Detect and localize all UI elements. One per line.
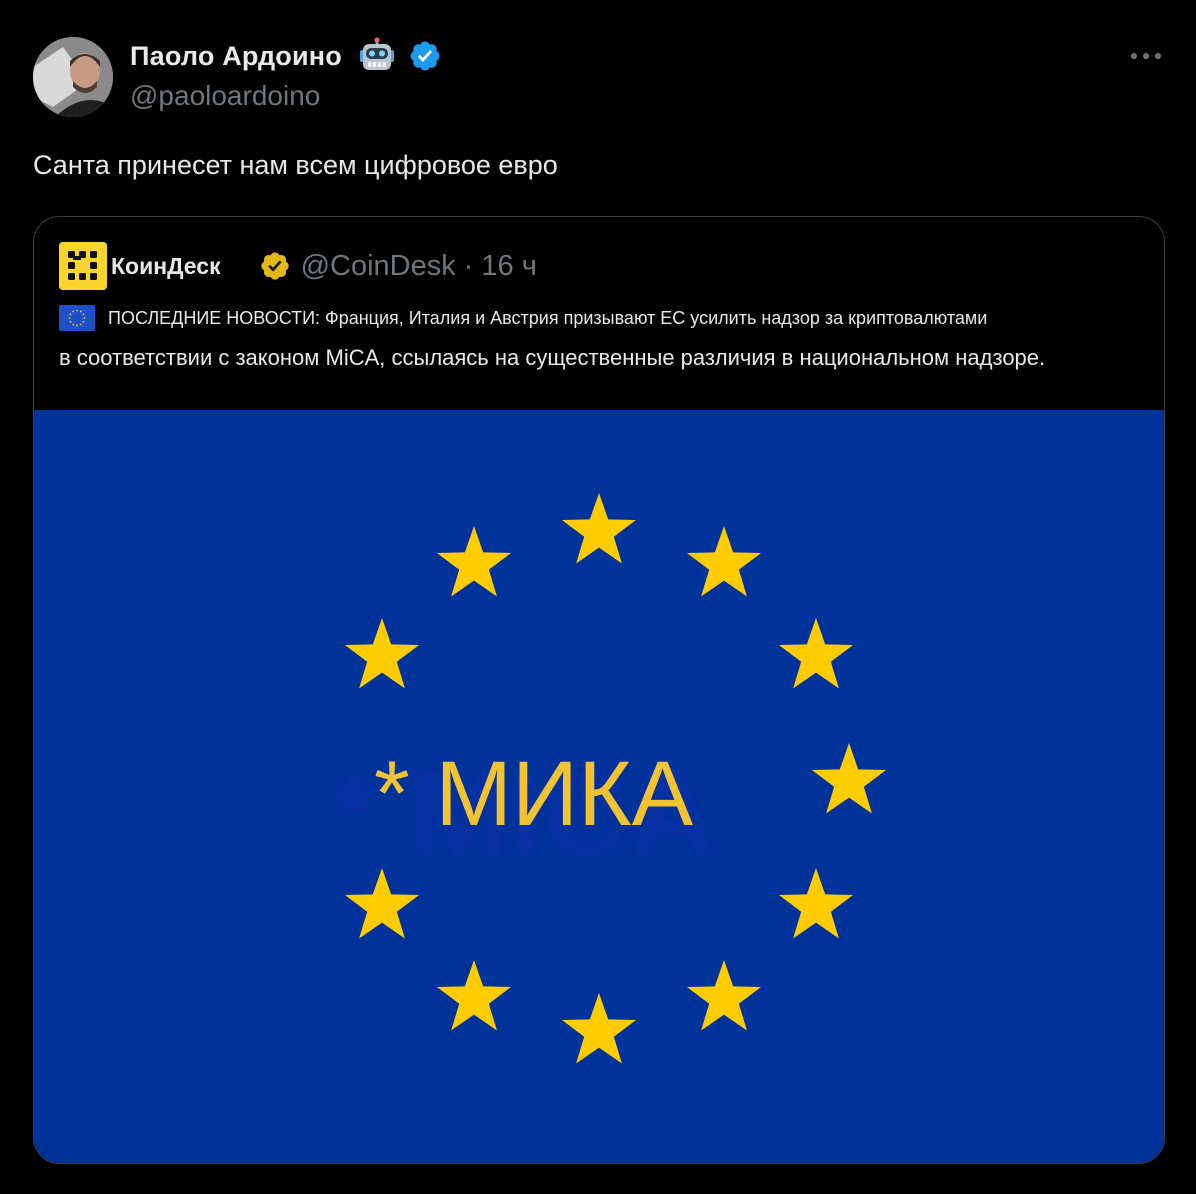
quoted-author-name[interactable]: КоинДеск (111, 253, 221, 280)
robot-face-icon (358, 37, 396, 75)
gold-verified-badge-icon[interactable] (259, 250, 291, 282)
eu-flag-icon (59, 305, 95, 331)
tweet: Паоло Ардоино @paoloardoino Санта принес… (0, 0, 1196, 1194)
coindesk-logo-icon[interactable] (59, 242, 107, 290)
more-options-icon[interactable] (1128, 46, 1164, 66)
quoted-tweet-header: КоинДеск @CoinDesk · 16 ч (59, 241, 537, 291)
separator-dot: · (463, 249, 474, 282)
author-handle[interactable]: @paoloardoino (130, 80, 320, 112)
blue-verified-badge-icon[interactable] (408, 39, 442, 73)
author-name-row: Паоло Ардоино (130, 36, 442, 76)
quoted-tweet-image[interactable]: * MICA * МИКА (34, 410, 1164, 1163)
mica-caption: * МИКА (374, 743, 694, 845)
quoted-tweet-time[interactable]: 16 ч (481, 250, 536, 283)
tweet-text: Санта принесет нам всем цифровое евро (33, 150, 558, 180)
quoted-author-handle[interactable]: @CoinDesk (301, 250, 456, 283)
quoted-tweet-text-line-1: ПОСЛЕДНИЕ НОВОСТИ: Франция, Италия и Авс… (59, 305, 987, 331)
author-name[interactable]: Паоло Ардоино (130, 41, 342, 72)
quoted-tweet-card[interactable]: КоинДеск @CoinDesk · 16 ч ПОСЛЕДНИЕ НОВО… (33, 216, 1165, 1164)
quoted-tweet-text-line-2: в соответствии с законом MiCA, ссылаясь … (59, 345, 1046, 370)
author-avatar[interactable] (33, 37, 113, 117)
quoted-tweet-line-1-text: ПОСЛЕДНИЕ НОВОСТИ: Франция, Италия и Авс… (108, 307, 988, 328)
